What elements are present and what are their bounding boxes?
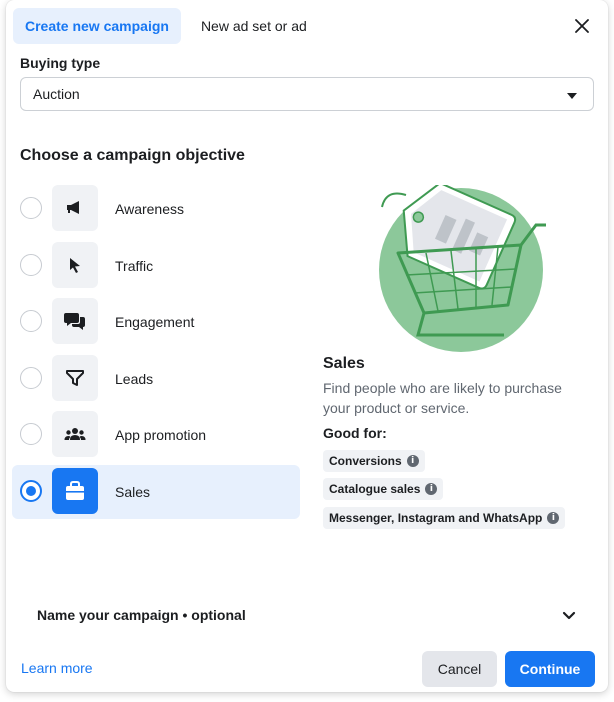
info-icon[interactable]: i [425, 483, 438, 495]
objective-label: Awareness [115, 201, 185, 217]
objective-label: Engagement [115, 314, 195, 330]
buying-type-label: Buying type [20, 55, 101, 71]
funnel-icon [52, 355, 98, 401]
learn-more-link[interactable]: Learn more [21, 660, 93, 676]
shopping-bag-icon [52, 468, 98, 514]
megaphone-icon [52, 185, 98, 231]
tab-bar: Create new campaign New ad set or ad [13, 8, 319, 44]
chat-bubbles-icon [52, 298, 98, 344]
good-for-label: Good for: [323, 425, 387, 441]
close-icon[interactable] [572, 16, 592, 36]
objective-app-promotion[interactable]: App promotion [12, 408, 300, 462]
objective-section-title: Choose a campaign objective [20, 147, 245, 164]
name-campaign-section[interactable]: Name your campaign • optional [37, 607, 246, 623]
cursor-icon [52, 242, 98, 288]
buying-type-select[interactable]: Auction [20, 77, 594, 111]
info-icon[interactable]: i [547, 512, 560, 524]
sales-illustration [376, 181, 546, 355]
cancel-button[interactable]: Cancel [422, 651, 497, 687]
objective-leads[interactable]: Leads [12, 352, 300, 406]
objective-radio[interactable] [20, 197, 42, 219]
good-for-badge: Conversions i [323, 450, 425, 472]
people-icon [52, 411, 98, 457]
objective-traffic[interactable]: Traffic [12, 239, 300, 293]
objective-label: App promotion [115, 427, 207, 443]
badge-label: Messenger, Instagram and WhatsApp [329, 511, 543, 525]
badge-label: Conversions [329, 454, 402, 468]
objective-detail-description: Find people who are likely to purchase y… [323, 380, 562, 416]
badge-label: Catalogue sales [329, 482, 421, 496]
objective-label: Traffic [115, 258, 154, 274]
objective-radio[interactable] [20, 367, 42, 389]
objective-detail-title: Sales [323, 355, 365, 372]
objective-radio[interactable] [20, 480, 42, 502]
objective-radio[interactable] [20, 310, 42, 332]
tab-new-ad-set-or-ad[interactable]: New ad set or ad [189, 8, 319, 44]
tab-create-new-campaign[interactable]: Create new campaign [13, 8, 181, 44]
good-for-badge: Messenger, Instagram and WhatsApp i [323, 507, 566, 529]
campaign-dialog: Create new campaign New ad set or ad Buy… [6, 0, 608, 692]
caret-down-icon [567, 93, 577, 99]
continue-button[interactable]: Continue [505, 651, 595, 687]
objective-engagement[interactable]: Engagement [12, 295, 300, 349]
objective-radio[interactable] [20, 254, 42, 276]
objective-awareness[interactable]: Awareness [12, 182, 300, 236]
objective-label: Sales [115, 484, 151, 500]
chevron-down-icon[interactable] [559, 606, 579, 626]
objective-sales[interactable]: Sales [12, 465, 300, 519]
objective-radio[interactable] [20, 423, 42, 445]
good-for-badge: Catalogue sales i [323, 478, 444, 500]
buying-type-value: Auction [33, 86, 80, 102]
info-icon[interactable]: i [406, 455, 419, 467]
objective-label: Leads [115, 371, 154, 387]
